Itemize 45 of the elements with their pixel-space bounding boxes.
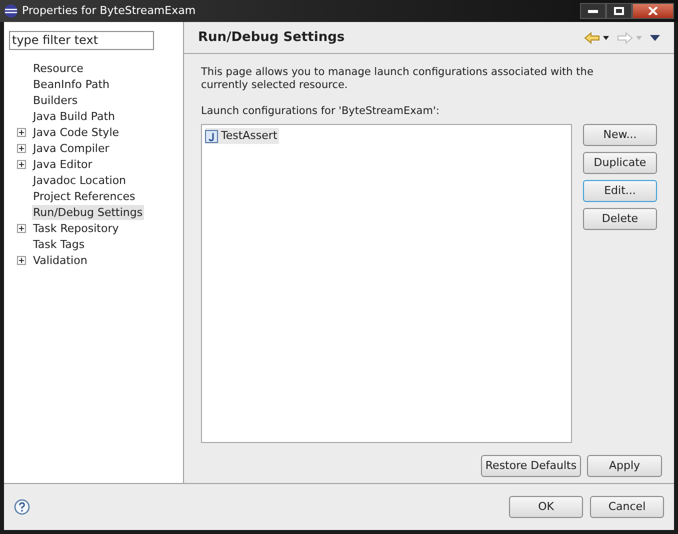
tree-item[interactable]: Task Tags	[32, 236, 86, 252]
page-title: Run/Debug Settings	[198, 28, 345, 47]
tree-item[interactable]: Project References	[32, 188, 136, 204]
page-description: This page allows you to manage launch configurations associated with the currently selected resource.	[201, 66, 594, 92]
tree-item[interactable]: BeanInfo Path	[32, 76, 111, 92]
side-button[interactable]: New...	[583, 124, 657, 146]
side-button[interactable]: Duplicate	[583, 152, 657, 174]
side-button[interactable]: Edit...	[583, 180, 657, 202]
dropdown-icon[interactable]	[603, 36, 609, 40]
window-title: Properties for ByteStreamExam	[22, 2, 196, 19]
maximize-button[interactable]	[606, 3, 632, 19]
close-button[interactable]	[632, 3, 674, 19]
help-icon[interactable]	[14, 499, 30, 515]
expand-icon[interactable]	[17, 128, 26, 136]
tree-item[interactable]: Task Repository	[32, 220, 120, 236]
tree-item[interactable]: Java Editor	[32, 156, 94, 172]
tree-item[interactable]: Resource	[32, 60, 84, 76]
tree-item[interactable]: Java Compiler	[32, 140, 110, 156]
tree-item[interactable]: Java Build Path	[32, 108, 116, 124]
tree-item[interactable]: Validation	[32, 252, 88, 268]
expand-icon[interactable]	[17, 144, 26, 152]
java-file-icon	[205, 130, 218, 142]
list-label: Launch configurations for 'ByteStreamExam':	[201, 104, 440, 119]
minimize-icon	[588, 10, 598, 12]
app-icon	[4, 4, 18, 18]
menu-icon[interactable]	[650, 34, 660, 40]
tree-item[interactable]: Javadoc Location	[32, 172, 128, 188]
maximize-icon	[614, 7, 624, 15]
dropdown-icon	[636, 36, 642, 40]
close-icon	[648, 7, 658, 15]
configuration-item[interactable]: TestAssert	[205, 128, 280, 144]
tree-item[interactable]: Builders	[32, 92, 79, 108]
minimize-button[interactable]	[580, 3, 606, 19]
side-button[interactable]: Delete	[583, 208, 657, 230]
expand-icon[interactable]	[17, 160, 26, 168]
tree-item[interactable]: Java Code Style	[32, 124, 120, 140]
tree-item[interactable]: Run/Debug Settings	[32, 204, 144, 220]
filter-field[interactable]: type filter text	[9, 30, 154, 50]
apply-button[interactable]: Apply	[587, 455, 662, 477]
cancel-button[interactable]: Cancel	[590, 496, 664, 518]
expand-icon[interactable]	[17, 224, 26, 232]
forward-arrow-icon	[617, 32, 633, 44]
ok-button[interactable]: OK	[509, 496, 583, 518]
restore-defaults-button[interactable]: Restore Defaults	[481, 455, 581, 477]
expand-icon[interactable]	[17, 256, 26, 264]
